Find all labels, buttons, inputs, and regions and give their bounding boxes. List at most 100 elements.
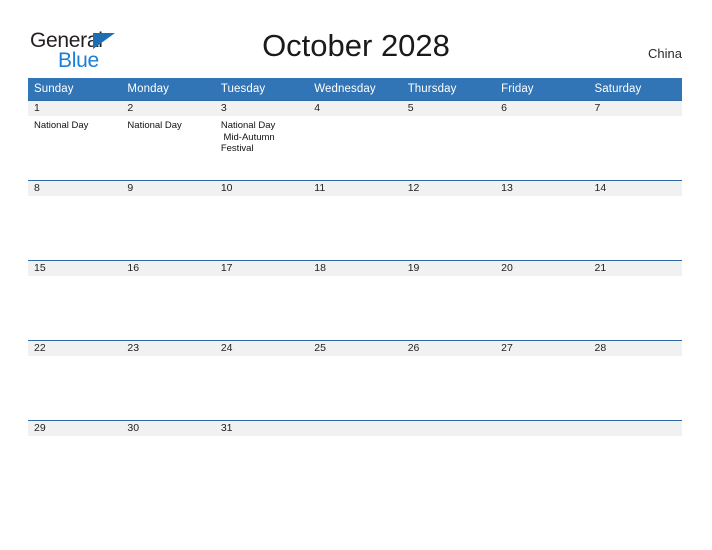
day-number: 26 xyxy=(401,340,496,356)
day-number: 21 xyxy=(588,260,682,276)
day-number xyxy=(495,420,589,436)
calendar-day-cell[interactable]: 17 xyxy=(214,260,309,340)
weekday-header-thursday: Thursday xyxy=(401,78,496,100)
day-events xyxy=(589,116,682,120)
day-events xyxy=(215,196,308,200)
day-number: 28 xyxy=(588,340,682,356)
calendar-day-cell[interactable]: 2 National Day xyxy=(121,100,215,180)
calendar-day-cell[interactable]: 18 xyxy=(308,260,402,340)
calendar-week-row: 15 16 17 18 19 20 21 xyxy=(28,260,682,340)
day-number: 1 xyxy=(28,100,122,116)
day-number: 31 xyxy=(214,420,309,436)
calendar-day-cell[interactable]: 19 xyxy=(401,260,496,340)
day-number: 7 xyxy=(588,100,682,116)
weekday-header-wednesday: Wednesday xyxy=(308,78,402,100)
calendar-empty-cell xyxy=(495,420,589,500)
calendar-day-cell[interactable]: 6 xyxy=(495,100,589,180)
calendar-day-cell[interactable]: 12 xyxy=(401,180,496,260)
day-number: 13 xyxy=(495,180,589,196)
calendar-week-row: 29 30 31 xyxy=(28,420,682,500)
day-events xyxy=(495,436,588,440)
calendar-day-cell[interactable]: 31 xyxy=(214,420,309,500)
day-events xyxy=(121,276,214,280)
calendar-day-cell[interactable]: 14 xyxy=(588,180,682,260)
day-events: National Day xyxy=(34,120,89,131)
day-events xyxy=(308,356,401,360)
day-number: 25 xyxy=(308,340,402,356)
day-events xyxy=(402,116,495,120)
calendar-day-cell[interactable]: 3 National Day Mid-Autumn Festival xyxy=(214,100,309,180)
calendar-day-cell[interactable]: 13 xyxy=(495,180,589,260)
calendar-table-wrapper: Sunday Monday Tuesday Wednesday Thursday… xyxy=(28,78,682,500)
calendar-day-cell[interactable]: 8 xyxy=(28,180,122,260)
calendar-day-cell[interactable]: 29 xyxy=(28,420,122,500)
day-events xyxy=(308,276,401,280)
day-events xyxy=(402,356,495,360)
calendar-empty-cell xyxy=(308,420,402,500)
weekday-header-saturday: Saturday xyxy=(588,78,682,100)
day-number: 20 xyxy=(495,260,589,276)
day-events xyxy=(402,196,495,200)
day-events xyxy=(495,276,588,280)
day-number xyxy=(588,420,682,436)
calendar-day-cell[interactable]: 7 xyxy=(588,100,682,180)
day-number: 6 xyxy=(495,100,589,116)
day-events xyxy=(589,196,682,200)
calendar-day-cell[interactable]: 4 xyxy=(308,100,402,180)
calendar-day-cell[interactable]: 20 xyxy=(495,260,589,340)
calendar-day-cell[interactable]: 25 xyxy=(308,340,402,420)
day-events xyxy=(28,276,121,280)
day-number: 2 xyxy=(121,100,215,116)
day-events xyxy=(121,436,214,440)
day-events xyxy=(495,116,588,120)
calendar-day-cell[interactable]: 22 xyxy=(28,340,122,420)
day-number: 14 xyxy=(588,180,682,196)
day-number: 23 xyxy=(121,340,215,356)
calendar-day-cell[interactable]: 16 xyxy=(121,260,215,340)
calendar-day-cell[interactable]: 26 xyxy=(401,340,496,420)
calendar-day-cell[interactable]: 28 xyxy=(588,340,682,420)
calendar-week-row: 8 9 10 11 12 13 14 xyxy=(28,180,682,260)
day-events xyxy=(121,196,214,200)
day-events xyxy=(121,356,214,360)
day-number: 27 xyxy=(495,340,589,356)
day-events xyxy=(495,356,588,360)
day-events xyxy=(589,436,682,440)
calendar-day-cell[interactable]: 15 xyxy=(28,260,122,340)
day-events xyxy=(28,356,121,360)
calendar-day-cell[interactable]: 23 xyxy=(121,340,215,420)
calendar-empty-cell xyxy=(401,420,496,500)
calendar-week-row: 22 23 24 25 26 27 28 xyxy=(28,340,682,420)
day-number: 11 xyxy=(308,180,402,196)
calendar-day-cell[interactable]: 1 National Day xyxy=(28,100,122,180)
day-number: 24 xyxy=(214,340,309,356)
calendar-table: Sunday Monday Tuesday Wednesday Thursday… xyxy=(28,78,682,500)
calendar-day-cell[interactable]: 30 xyxy=(121,420,215,500)
day-number: 30 xyxy=(121,420,215,436)
calendar-empty-cell xyxy=(588,420,682,500)
calendar-day-cell[interactable]: 11 xyxy=(308,180,402,260)
day-events xyxy=(215,356,308,360)
calendar-day-cell[interactable]: 24 xyxy=(214,340,309,420)
day-events xyxy=(308,436,401,440)
day-events xyxy=(28,196,121,200)
day-number: 3 xyxy=(214,100,309,116)
weekday-header-monday: Monday xyxy=(121,78,215,100)
day-events xyxy=(215,436,308,440)
day-number: 12 xyxy=(401,180,496,196)
calendar-day-cell[interactable]: 5 xyxy=(401,100,496,180)
day-events xyxy=(308,196,401,200)
calendar-page: General Blue October 2028 China Sunday M… xyxy=(0,0,712,550)
calendar-day-cell[interactable]: 21 xyxy=(588,260,682,340)
weekday-header-friday: Friday xyxy=(495,78,589,100)
day-number: 4 xyxy=(308,100,402,116)
day-number: 10 xyxy=(214,180,309,196)
weekday-header-tuesday: Tuesday xyxy=(214,78,309,100)
day-events xyxy=(308,116,401,120)
day-number: 19 xyxy=(401,260,496,276)
calendar-day-cell[interactable]: 10 xyxy=(214,180,309,260)
day-number: 9 xyxy=(121,180,215,196)
calendar-day-cell[interactable]: 27 xyxy=(495,340,589,420)
day-number xyxy=(401,420,496,436)
calendar-day-cell[interactable]: 9 xyxy=(121,180,215,260)
